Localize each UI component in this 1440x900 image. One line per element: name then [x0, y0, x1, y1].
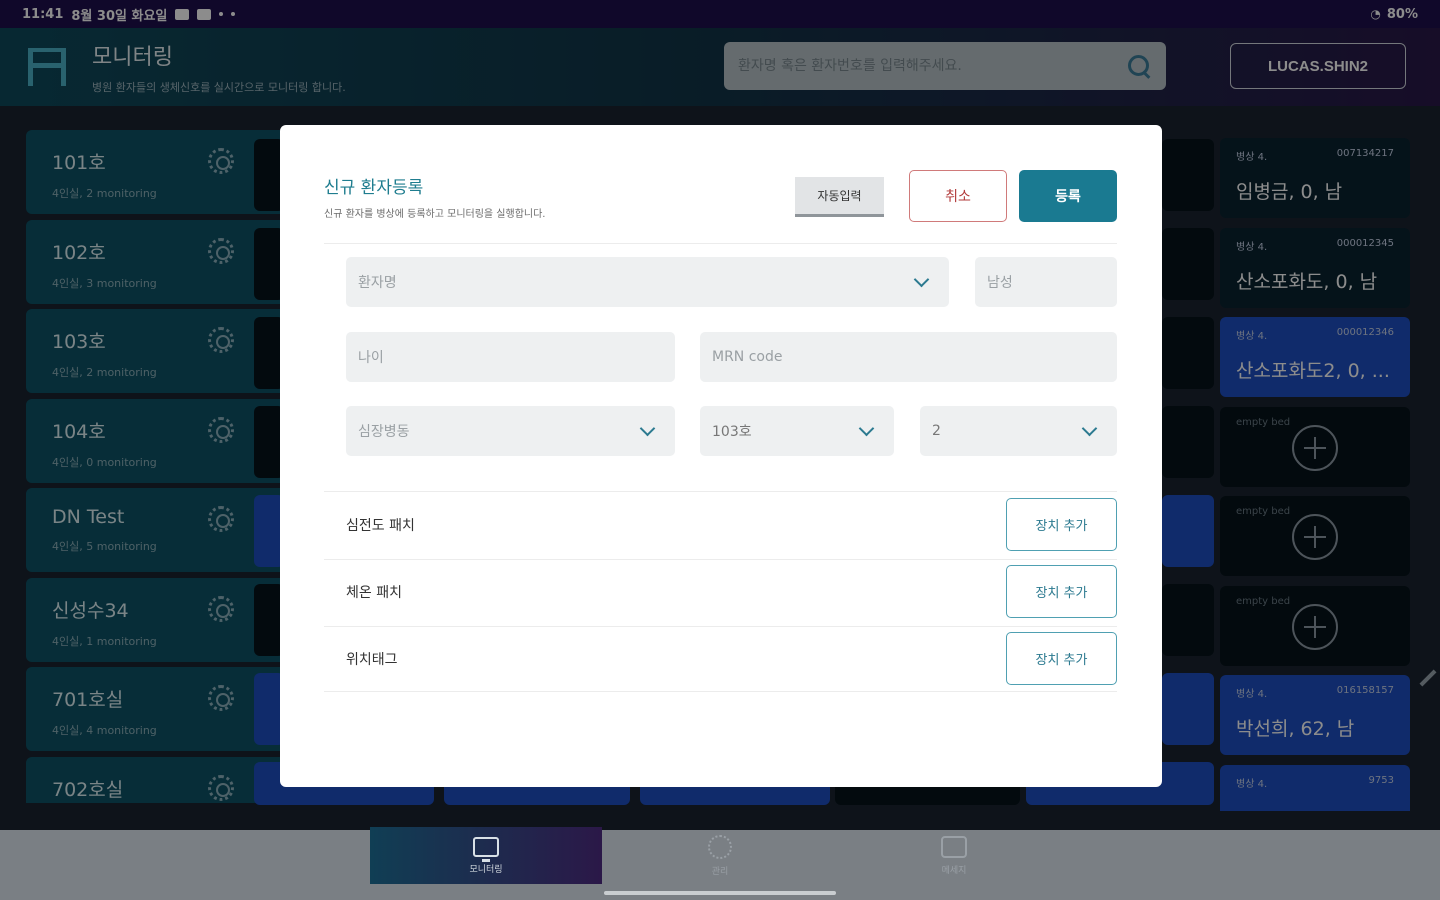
- mrn-placeholder: MRN code: [712, 349, 783, 365]
- divider: [324, 559, 1117, 560]
- gender-placeholder: 남성: [987, 275, 1013, 291]
- device-row-location-tag: 위치태그 장치 추가: [346, 631, 1117, 687]
- device-label: 위치태그: [346, 652, 398, 668]
- tab-messages[interactable]: 메세지: [838, 827, 1070, 884]
- bed-value: 2: [932, 423, 941, 439]
- new-patient-modal: 신규 환자등록 신규 환자를 병상에 등록하고 모니터링을 실행합니다. 자동입…: [280, 125, 1162, 787]
- device-row-temperature: 체온 패치 장치 추가: [346, 564, 1117, 620]
- chevron-down-icon: [639, 420, 656, 437]
- room-select[interactable]: 103호: [700, 406, 894, 456]
- register-button[interactable]: 등록: [1019, 170, 1117, 222]
- device-label: 심전도 패치: [346, 518, 415, 534]
- home-indicator[interactable]: [604, 891, 836, 895]
- add-device-button[interactable]: 장치 추가: [1006, 498, 1117, 551]
- add-device-button[interactable]: 장치 추가: [1006, 565, 1117, 618]
- ward-value: 심장병동: [358, 424, 410, 440]
- chat-icon: [941, 835, 967, 858]
- mrn-field[interactable]: MRN code: [700, 332, 1117, 382]
- device-label: 체온 패치: [346, 585, 402, 601]
- modal-description: 신규 환자를 병상에 등록하고 모니터링을 실행합니다.: [324, 209, 546, 220]
- divider: [324, 691, 1117, 692]
- add-device-button[interactable]: 장치 추가: [1006, 632, 1117, 685]
- device-row-ecg: 심전도 패치 장치 추가: [346, 497, 1117, 553]
- bottom-navigation: 모니터링 관리 메세지: [0, 827, 1440, 900]
- ward-select[interactable]: 심장병동: [346, 406, 675, 456]
- room-value: 103호: [712, 424, 752, 440]
- chevron-down-icon: [1081, 420, 1098, 437]
- chevron-down-icon: [913, 271, 930, 288]
- tab-monitoring[interactable]: 모니터링: [370, 827, 602, 884]
- monitor-icon: [473, 836, 499, 862]
- age-placeholder: 나이: [358, 350, 384, 366]
- cancel-button[interactable]: 취소: [909, 170, 1007, 222]
- bed-select[interactable]: 2: [920, 406, 1117, 456]
- divider: [324, 491, 1117, 492]
- patient-name-select[interactable]: 환자명: [346, 257, 949, 307]
- age-field[interactable]: 나이: [346, 332, 675, 382]
- divider: [324, 626, 1117, 627]
- patient-name-placeholder: 환자명: [358, 275, 397, 291]
- auto-input-button[interactable]: 자동입력: [795, 177, 884, 217]
- tab-label: 메세지: [941, 865, 967, 876]
- chevron-down-icon: [858, 420, 875, 437]
- tab-label: 관리: [711, 866, 729, 877]
- divider: [324, 243, 1117, 244]
- gender-field[interactable]: 남성: [975, 257, 1117, 307]
- tab-label: 모니터링: [469, 864, 503, 875]
- tab-management[interactable]: 관리: [604, 827, 836, 884]
- modal-title: 신규 환자등록: [324, 178, 424, 198]
- settings-icon: [708, 834, 732, 859]
